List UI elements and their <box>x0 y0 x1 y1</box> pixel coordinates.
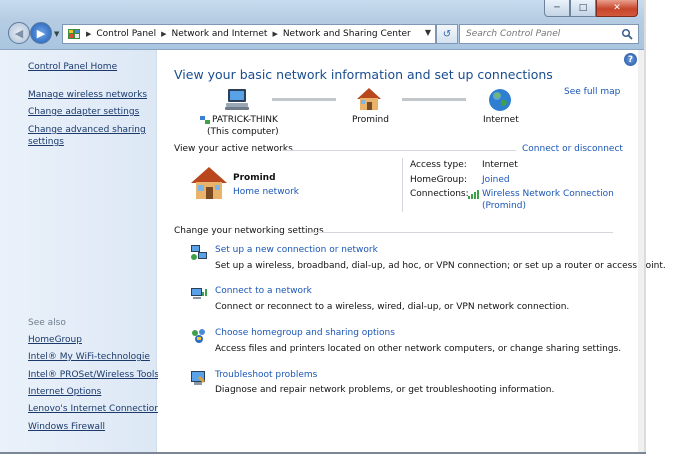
map-connector-line <box>272 98 336 101</box>
troubleshoot-icon <box>191 371 205 385</box>
section-divider <box>282 150 516 151</box>
internet-globe-icon <box>489 89 511 111</box>
troubleshoot-problems-description: Diagnose and repair network problems, or… <box>215 385 555 395</box>
windows-firewall-link[interactable]: Windows Firewall <box>28 422 105 432</box>
connections-label: Connections: <box>410 189 469 199</box>
breadcrumb-chevron-icon[interactable]: ▶ <box>86 30 91 38</box>
intel-proset-link[interactable]: Intel® PROSet/Wireless Tools <box>28 370 159 380</box>
homegroup-link[interactable]: HomeGroup <box>28 335 82 345</box>
access-type-label: Access type: <box>410 160 467 170</box>
search-input[interactable] <box>466 29 616 39</box>
map-network-name: Promind <box>352 115 389 125</box>
see-also-label: See also <box>28 318 66 328</box>
home-network-large-icon <box>191 167 227 199</box>
address-dropdown-icon[interactable]: ▼ <box>425 28 431 37</box>
change-adapter-settings-link[interactable]: Change adapter settings <box>28 107 139 117</box>
breadcrumb-chevron-icon[interactable]: ▶ <box>161 30 166 38</box>
caption-buttons: ─ □ ✕ <box>544 0 638 17</box>
breadcrumb-network-and-internet[interactable]: Network and Internet <box>171 29 267 39</box>
breadcrumb-network-and-sharing-center[interactable]: Network and Sharing Center <box>283 29 411 39</box>
access-type-value: Internet <box>482 160 518 170</box>
wireless-signal-icon <box>468 190 479 199</box>
search-icon[interactable] <box>621 28 633 40</box>
computer-name: PATRICK-THINK <box>212 115 278 125</box>
wireless-network-connection-name-link[interactable]: (Promind) <box>482 201 526 211</box>
home-network-type-link[interactable]: Home network <box>233 187 299 197</box>
close-button[interactable]: ✕ <box>596 0 638 17</box>
navigation-bar: ◀ ▶ ▼ ▶ Control Panel ▶ Network and Inte… <box>6 22 639 46</box>
window: ─ □ ✕ ◀ ▶ ▼ ▶ Control Panel ▶ Network an… <box>0 0 666 454</box>
troubleshoot-problems-link[interactable]: Troubleshoot problems <box>215 370 317 380</box>
homegroup-joined-link[interactable]: Joined <box>482 175 510 185</box>
see-full-map-link[interactable]: See full map <box>564 87 620 97</box>
help-icon[interactable]: ? <box>624 53 637 66</box>
setup-new-connection-description: Set up a wireless, broadband, dial-up, a… <box>215 261 666 271</box>
internet-options-link[interactable]: Internet Options <box>28 387 101 397</box>
active-networks-heading: View your active networks <box>174 144 293 154</box>
search-box[interactable] <box>459 24 639 44</box>
recent-pages-dropdown[interactable]: ▼ <box>54 30 59 38</box>
section-divider <box>310 232 613 233</box>
map-internet-label: Internet <box>483 115 519 125</box>
forward-button[interactable]: ▶ <box>30 22 52 44</box>
breadcrumb-chevron-icon[interactable]: ▶ <box>272 30 277 38</box>
homegroup-sharing-options-description: Access files and printers located on oth… <box>215 344 622 354</box>
connect-to-network-icon <box>191 288 207 299</box>
lenovo-internet-connection-link[interactable]: Lenovo's Internet Connection <box>28 404 160 414</box>
details-divider <box>402 158 403 212</box>
connect-to-network-link[interactable]: Connect to a network <box>215 286 312 296</box>
page-title: View your basic network information and … <box>174 67 553 82</box>
wireless-network-connection-link[interactable]: Wireless Network Connection <box>482 189 614 199</box>
active-network-name: Promind <box>233 173 276 183</box>
network-status-icon <box>200 116 210 124</box>
new-connection-icon <box>191 245 207 260</box>
control-panel-home-link[interactable]: Control Panel Home <box>28 62 117 72</box>
computer-icon <box>225 89 249 110</box>
homegroup-sharing-options-link[interactable]: Choose homegroup and sharing options <box>215 328 395 338</box>
homegroup-label: HomeGroup: <box>410 175 468 185</box>
back-button[interactable]: ◀ <box>8 22 30 44</box>
connect-to-network-description: Connect or reconnect to a wireless, wire… <box>215 302 570 312</box>
control-panel-icon <box>68 29 80 39</box>
home-network-icon <box>357 88 381 110</box>
change-advanced-sharing-settings-link[interactable]: Change advanced sharing settings <box>28 124 146 148</box>
window-chrome: ─ □ ✕ ◀ ▶ ▼ ▶ Control Panel ▶ Network an… <box>0 0 644 50</box>
minimize-button[interactable]: ─ <box>544 0 570 17</box>
refresh-button[interactable]: ↺ <box>436 24 458 44</box>
manage-wireless-networks-link[interactable]: Manage wireless networks <box>28 90 147 100</box>
breadcrumb: ▶ Control Panel ▶ Network and Internet ▶… <box>81 29 411 39</box>
maximize-button[interactable]: □ <box>570 0 596 17</box>
breadcrumb-control-panel[interactable]: Control Panel <box>96 29 156 39</box>
window-edge <box>644 0 646 454</box>
connect-or-disconnect-link[interactable]: Connect or disconnect <box>522 144 623 154</box>
setup-new-connection-link[interactable]: Set up a new connection or network <box>215 245 378 255</box>
computer-subtitle: (This computer) <box>207 127 279 137</box>
address-bar[interactable]: ▶ Control Panel ▶ Network and Internet ▶… <box>62 24 436 44</box>
map-connector-line <box>402 98 466 101</box>
homegroup-sharing-icon <box>192 329 205 343</box>
intel-my-wifi-link[interactable]: Intel® My WiFi-technologie <box>28 352 150 362</box>
networking-settings-heading: Change your networking settings <box>174 226 324 236</box>
